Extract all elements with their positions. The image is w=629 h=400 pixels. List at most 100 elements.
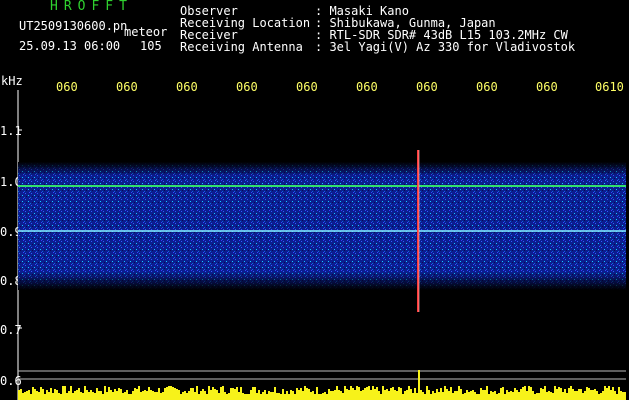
power-bar (70, 386, 72, 400)
power-bar (264, 390, 266, 400)
power-bar (100, 391, 102, 400)
power-bar (218, 393, 220, 400)
power-bar (184, 391, 186, 400)
power-bar (542, 389, 544, 400)
power-bar (416, 393, 418, 400)
power-bar (362, 390, 364, 400)
power-bar (292, 391, 294, 400)
power-bar (216, 390, 218, 400)
power-bar (340, 391, 342, 400)
power-bar (528, 386, 530, 400)
power-bar (476, 394, 478, 400)
power-bar (174, 388, 176, 400)
power-bar (424, 394, 426, 400)
power-bar (188, 391, 190, 400)
power-bar (408, 386, 410, 400)
power-bar (30, 394, 32, 400)
power-bar (294, 394, 296, 400)
power-bar (304, 386, 306, 400)
power-bar (524, 386, 526, 400)
power-bar (394, 390, 396, 400)
power-bar (280, 394, 282, 400)
power-bar (418, 370, 420, 400)
power-bar (522, 387, 524, 400)
power-bar (156, 392, 158, 400)
power-bar (260, 394, 262, 400)
power-bar (116, 391, 118, 400)
power-bar (402, 394, 404, 400)
power-bar (122, 393, 124, 400)
power-bar (462, 394, 464, 400)
power-bar (150, 390, 152, 400)
power-bar (64, 386, 66, 400)
power-bar (278, 393, 280, 400)
power-bar (314, 394, 316, 400)
power-bar (164, 388, 166, 400)
power-bar (566, 393, 568, 400)
power-bar (614, 391, 616, 400)
power-bar (318, 394, 320, 400)
power-bar (438, 392, 440, 400)
power-bar (570, 386, 572, 400)
power-bar (550, 392, 552, 400)
power-bar (384, 390, 386, 400)
power-bar (68, 391, 70, 400)
power-bar (328, 389, 330, 400)
power-bar (18, 390, 20, 400)
power-bar (448, 391, 450, 400)
power-bar (252, 387, 254, 400)
power-bar (578, 389, 580, 400)
power-bar (434, 393, 436, 400)
power-bar (388, 391, 390, 400)
power-bar (268, 391, 270, 400)
power-bar (208, 386, 210, 400)
power-bar (206, 394, 208, 400)
power-bar (138, 386, 140, 400)
power-bar (354, 390, 356, 400)
power-bar (370, 390, 372, 400)
power-bar (94, 393, 96, 400)
power-bar (192, 388, 194, 400)
power-bar (386, 389, 388, 400)
power-bar (302, 391, 304, 400)
power-bar (366, 387, 368, 400)
power-bar (344, 386, 346, 400)
power-bar (146, 391, 148, 400)
power-bar (288, 394, 290, 400)
power-bar (444, 386, 446, 400)
power-bar (452, 393, 454, 400)
power-bar (618, 387, 620, 400)
power-bar (582, 393, 584, 400)
power-bar (488, 394, 490, 400)
power-bar (350, 386, 352, 400)
power-bar (112, 392, 114, 400)
power-bar (382, 386, 384, 400)
power-bar (372, 386, 374, 400)
power-bar (44, 394, 46, 400)
power-bar (396, 391, 398, 400)
power-bar (324, 392, 326, 400)
power-bar (426, 386, 428, 400)
power-bar (572, 389, 574, 400)
power-bar (554, 386, 556, 400)
power-bar (196, 386, 198, 400)
power-bar (392, 387, 394, 400)
power-bar (198, 394, 200, 400)
power-bar (200, 391, 202, 400)
power-bar (284, 394, 286, 400)
power-bar (120, 389, 122, 400)
power-bar (24, 392, 26, 400)
power-bar (240, 387, 242, 400)
power-bar (610, 390, 612, 400)
power-bar (244, 394, 246, 400)
power-bar (52, 393, 54, 400)
power-bar (490, 391, 492, 400)
power-bar (66, 393, 68, 400)
power-bar (76, 390, 78, 400)
power-bar (92, 392, 94, 400)
power-bar (250, 390, 252, 400)
power-bar (96, 388, 98, 400)
power-bar (124, 392, 126, 400)
power-bar (306, 388, 308, 400)
power-bar (568, 388, 570, 400)
